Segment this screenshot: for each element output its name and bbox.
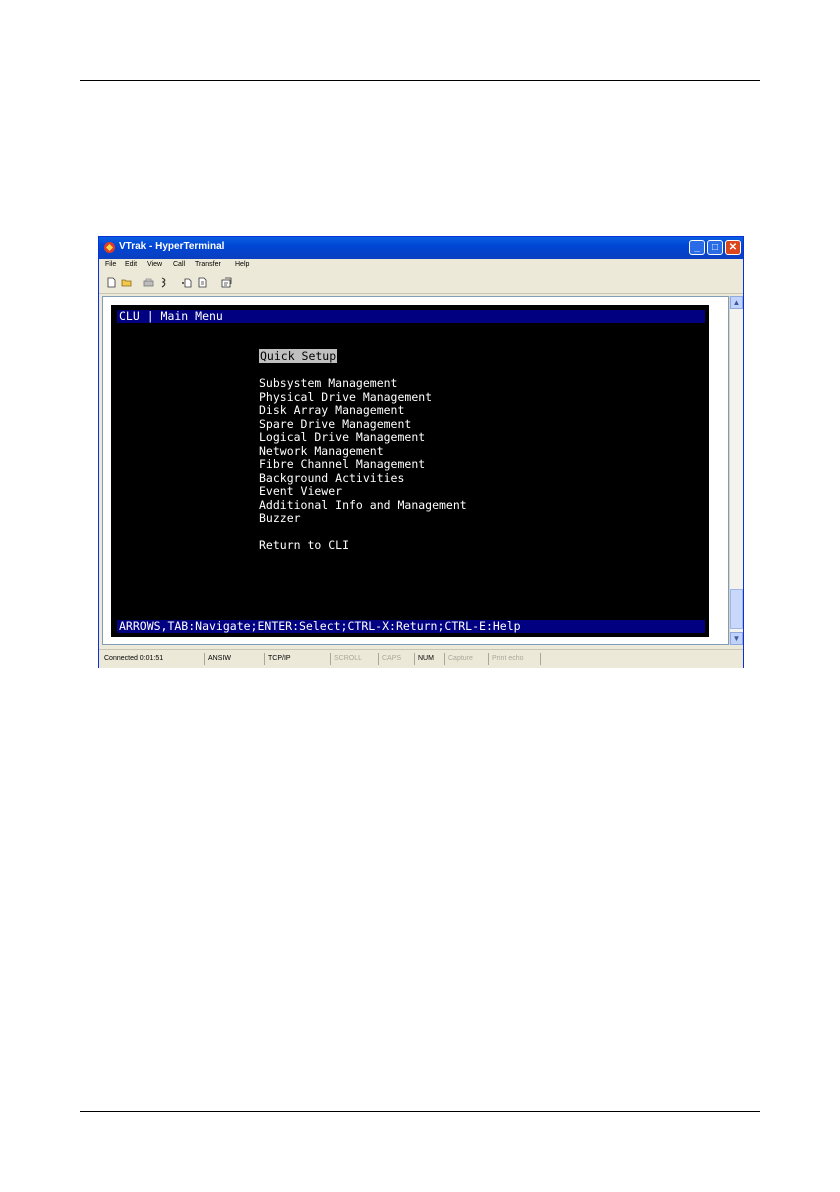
disconnect-icon[interactable] (143, 277, 154, 288)
menu-option-buzzer[interactable]: Buzzer (259, 512, 301, 525)
menu-option-quick-setup[interactable]: Quick Setup (259, 349, 338, 363)
hyperterminal-window[interactable]: VTrak - HyperTerminal _ □ ✕ File Edit Vi… (98, 236, 744, 668)
scroll-up-button[interactable]: ▲ (730, 296, 743, 309)
menu-option-event-viewer[interactable]: Event Viewer (259, 485, 342, 498)
status-scroll: SCROLL (331, 653, 379, 665)
window-title: VTrak - HyperTerminal (119, 241, 225, 252)
hyperterminal-app-icon (104, 242, 115, 253)
status-emulation: ANSIW (205, 653, 265, 665)
selected-highlight: Quick Setup (259, 349, 338, 363)
menu-option-return-to-cli[interactable]: Return to CLI (259, 539, 349, 552)
new-icon[interactable] (106, 277, 117, 288)
vertical-scrollbar[interactable]: ▲ ▼ (729, 296, 743, 645)
menu-option-disk-array-management[interactable]: Disk Array Management (259, 404, 404, 417)
maximize-button[interactable]: □ (707, 240, 723, 255)
terminal-header-bar: CLU | Main Menu (117, 310, 705, 323)
scroll-thumb[interactable] (730, 589, 743, 629)
menu-option-background-activities[interactable]: Background Activities (259, 471, 404, 485)
status-connected: Connected 0:01:51 (101, 653, 205, 665)
status-num: NUM (415, 653, 445, 665)
menu-file[interactable]: File (105, 261, 116, 268)
menu-option-network-management[interactable]: Network Management (259, 444, 384, 458)
open-icon[interactable] (121, 277, 132, 288)
menu-option-physical-drive-management[interactable]: Physical Drive Management (259, 390, 432, 404)
scroll-down-button[interactable]: ▼ (730, 632, 743, 645)
menu-call[interactable]: Call (173, 261, 185, 268)
dial-icon[interactable] (159, 277, 170, 288)
terminal-screen[interactable]: CLU | Main Menu Quick Setup Subsystem Ma… (111, 305, 709, 637)
terminal-footer-bar: ARROWS,TAB:Navigate;ENTER:Select;CTRL-X:… (117, 620, 705, 633)
terminal-frame: CLU | Main Menu Quick Setup Subsystem Ma… (102, 296, 729, 645)
menu-option-logical-drive-management[interactable]: Logical Drive Management (259, 431, 425, 444)
status-protocol: TCP/IP (265, 653, 331, 665)
receive-icon[interactable] (197, 277, 208, 288)
menu-view[interactable]: View (147, 261, 162, 268)
terminal-footer-help: ARROWS,TAB:Navigate;ENTER:Select;CTRL-X:… (119, 619, 521, 633)
menu-transfer[interactable]: Transfer (195, 261, 221, 268)
title-bar[interactable]: VTrak - HyperTerminal _ □ ✕ (99, 237, 743, 259)
minimize-button[interactable]: _ (689, 240, 705, 255)
page-top-rule (80, 80, 760, 81)
menu-edit[interactable]: Edit (125, 261, 137, 268)
terminal-header: CLU | Main Menu (119, 309, 223, 323)
status-bar: Connected 0:01:51 ANSIW TCP/IP SCROLL CA… (99, 649, 743, 668)
status-print-echo: Print echo (489, 653, 541, 665)
menu-help[interactable]: Help (235, 261, 249, 268)
close-button[interactable]: ✕ (725, 240, 741, 255)
menu-option-additional-info[interactable]: Additional Info and Management (259, 498, 467, 512)
status-caps: CAPS (379, 653, 415, 665)
properties-icon[interactable] (221, 277, 232, 288)
menu-bar: File Edit View Call Transfer Help (99, 259, 743, 273)
status-capture: Capture (445, 653, 489, 665)
send-icon[interactable] (181, 277, 192, 288)
page-bottom-rule (80, 1111, 760, 1112)
menu-option-subsystem-management[interactable]: Subsystem Management (259, 377, 397, 390)
menu-option-spare-drive-management[interactable]: Spare Drive Management (259, 417, 411, 431)
menu-option-fibre-channel-management[interactable]: Fibre Channel Management (259, 458, 425, 471)
toolbar (99, 273, 743, 294)
